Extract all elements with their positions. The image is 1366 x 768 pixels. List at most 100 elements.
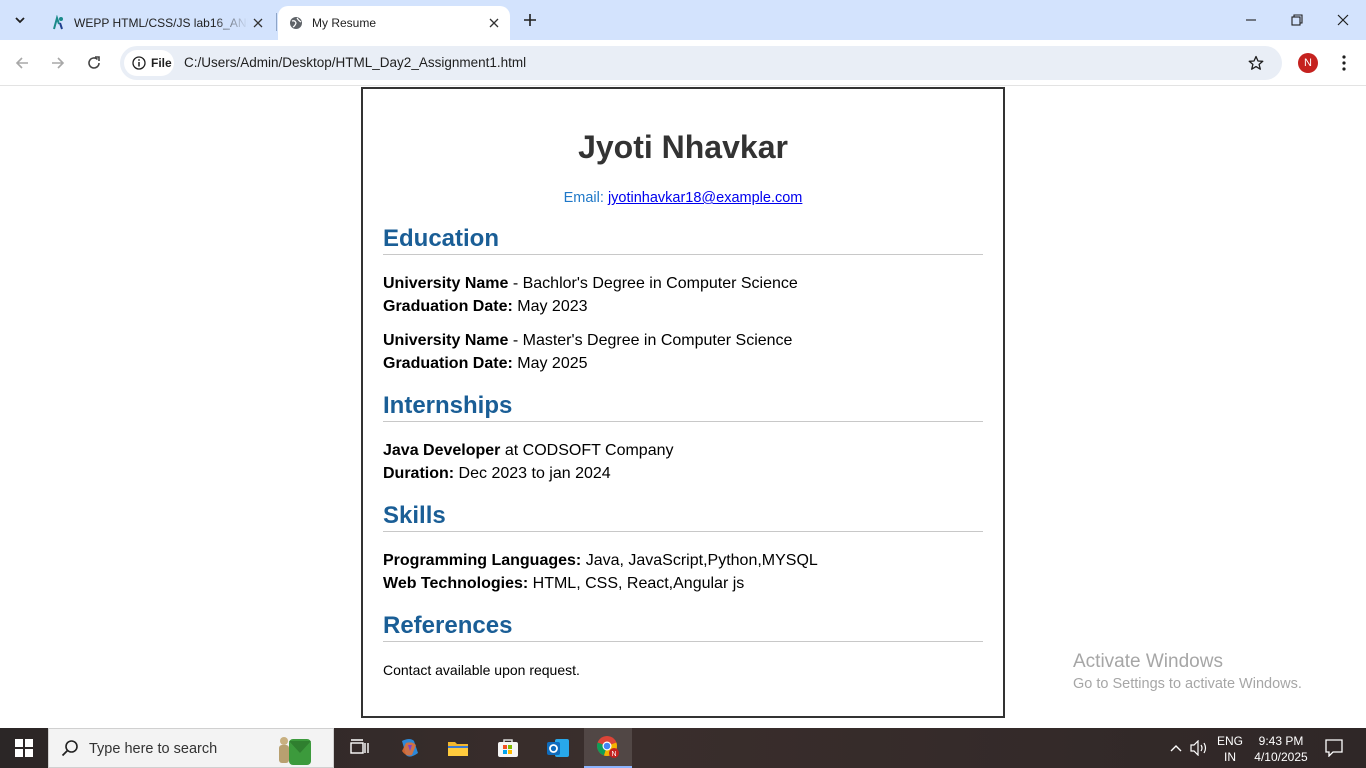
store-icon [498,739,518,757]
web-tech-value: HTML, CSS, React,Angular js [528,575,745,592]
clock[interactable]: 9:43 PM 4/10/2025 [1252,733,1310,765]
plus-icon [524,14,536,26]
close-icon [1337,14,1349,26]
reload-icon [88,56,100,69]
degree-text: - Master's Degree in Computer Science [508,332,793,349]
start-button[interactable] [0,728,48,768]
programming-value: Java, JavaScript,Python,MYSQL [581,552,818,569]
search-highlight-icon [279,737,311,765]
tab-search-button[interactable] [6,6,34,34]
profile-avatar[interactable]: N [1298,53,1318,73]
restore-button[interactable] [1274,0,1320,40]
tab-strip: WEPP HTML/CSS/JS lab16_ANP My Resume [0,0,1366,40]
copilot-icon [402,739,418,757]
education-heading: Education [383,225,983,255]
tab-separator [276,13,277,31]
info-icon [132,56,146,70]
chrome-taskbar-button[interactable]: N [584,728,632,768]
speaker-icon [1190,740,1207,756]
company-text: at CODSOFT Company [500,442,674,459]
language-code: ENG [1216,734,1243,748]
tab-title: WEPP HTML/CSS/JS lab16_ANP [74,16,248,30]
microsoft-store-button[interactable] [484,728,532,768]
restore-icon [1291,14,1303,26]
notification-icon [1325,739,1343,757]
url-text[interactable]: C:/Users/Admin/Desktop/HTML_Day2_Assignm… [184,55,526,70]
minimize-icon [1246,19,1256,21]
star-icon [1248,55,1264,70]
activate-windows-subtitle: Go to Settings to activate Windows. [1073,676,1302,692]
globe-icon [288,15,304,31]
references-text: Contact available upon request. [383,662,580,678]
taskbar-search-box[interactable]: Type here to search [48,728,334,768]
degree-text: - Bachlor's Degree in Computer Science [508,275,798,292]
close-tab-icon[interactable] [248,13,268,33]
references-heading: References [383,612,983,642]
skills-programming: Programming Languages: Java, JavaScript,… [383,552,818,570]
close-tab-icon[interactable] [484,13,504,33]
minimize-button[interactable] [1228,0,1274,40]
chevron-up-icon [1170,745,1182,752]
site-info-chip[interactable]: File [124,50,174,76]
school-name: University Name [383,332,509,349]
browser-toolbar: File C:/Users/Admin/Desktop/HTML_Day2_As… [0,40,1366,86]
education-entry-1-graduation: Graduation Date: May 2023 [383,298,588,316]
clock-time: 9:43 PM [1258,734,1304,748]
role-title: Java Developer [383,442,501,459]
skills-heading: Skills [383,502,983,532]
chevron-down-icon [15,17,25,24]
email-line: Email: jyotinhavkar18@example.com [363,190,1003,206]
duration-value: Dec 2023 to jan 2024 [454,465,611,482]
close-window-button[interactable] [1320,0,1366,40]
internship-duration: Duration: Dec 2023 to jan 2024 [383,465,611,483]
search-placeholder: Type here to search [89,741,218,757]
reload-button[interactable] [80,49,108,77]
forward-button[interactable] [44,49,72,77]
show-hidden-icons-button[interactable] [1166,728,1186,768]
bookmark-star-button[interactable] [1246,53,1266,73]
tab-wepp-lab[interactable]: WEPP HTML/CSS/JS lab16_ANP [40,6,274,40]
education-entry-2-graduation: Graduation Date: May 2025 [383,355,588,373]
education-entry-1-degree: University Name - Bachlor's Degree in Co… [383,275,798,293]
region-code: IN [1224,750,1236,764]
search-icon [61,740,78,757]
skills-web: Web Technologies: HTML, CSS, React,Angul… [383,575,744,593]
new-tab-button[interactable] [518,8,542,32]
resume-container: Jyoti Nhavkar Email: jyotinhavkar18@exam… [361,87,1005,718]
language-indicator[interactable]: ENG IN [1212,733,1248,765]
outlook-button[interactable] [534,728,582,768]
internships-heading: Internships [383,392,983,422]
email-label: Email: [563,190,604,206]
arrow-left-icon [15,57,28,69]
chrome-icon: N [596,736,619,758]
graduation-date: May 2023 [512,298,588,315]
school-name: University Name [383,275,509,292]
wepp-favicon-icon [50,15,66,31]
email-link[interactable]: jyotinhavkar18@example.com [608,190,802,206]
tab-my-resume[interactable]: My Resume [278,6,510,40]
arrow-right-icon [52,57,65,69]
windows-logo-icon [15,739,33,757]
duration-label: Duration: [383,465,455,482]
file-chip-label: File [151,56,172,70]
copilot-button[interactable] [386,728,434,768]
folder-icon [448,742,468,756]
task-view-button[interactable] [336,728,384,768]
tab-title: My Resume [312,16,377,30]
more-menu-button[interactable] [1334,51,1354,75]
file-explorer-button[interactable] [434,728,482,768]
address-bar[interactable]: File C:/Users/Admin/Desktop/HTML_Day2_As… [120,46,1282,80]
svg-text:N: N [611,751,616,758]
programming-label: Programming Languages: [383,552,582,569]
taskbar: Type here to search N ENG IN 9:43 PM 4/1… [0,728,1366,768]
clock-date: 4/10/2025 [1254,750,1308,764]
kebab-menu-icon [1342,55,1346,71]
volume-button[interactable] [1188,728,1212,768]
notification-center-button[interactable] [1318,728,1350,768]
graduation-label: Graduation Date: [383,355,513,372]
page-viewport: Jyoti Nhavkar Email: jyotinhavkar18@exam… [0,87,1366,728]
activate-windows-title: Activate Windows [1073,651,1223,672]
graduation-date: May 2025 [512,355,588,372]
task-view-icon [350,739,369,754]
back-button[interactable] [8,49,36,77]
